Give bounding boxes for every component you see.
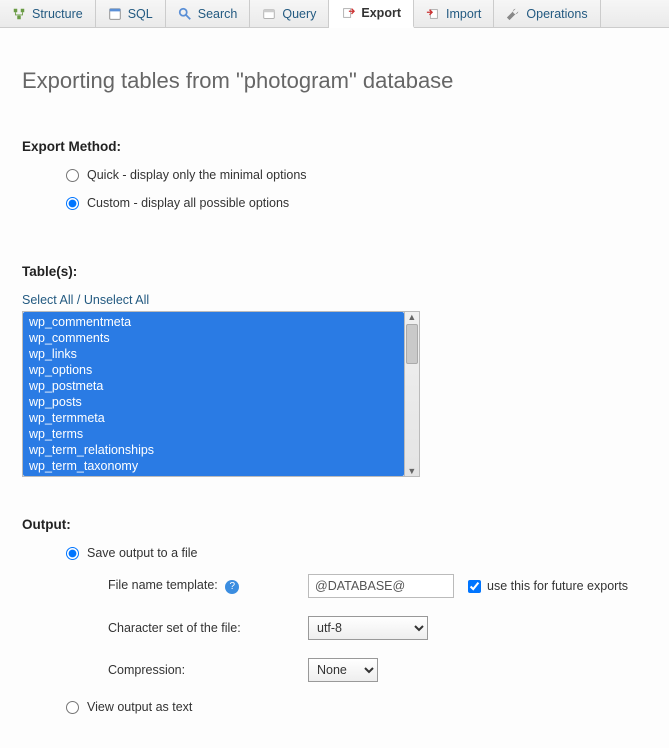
compression-select[interactable]: None [308, 658, 378, 682]
help-icon[interactable]: ? [225, 580, 239, 594]
tab-export[interactable]: Export [329, 0, 414, 28]
scroll-up-icon[interactable]: ▲ [407, 312, 416, 322]
tab-query[interactable]: Query [250, 0, 329, 27]
import-icon [426, 7, 440, 21]
export-method-heading: Export Method: [22, 139, 647, 154]
charset-select[interactable]: utf-8 [308, 616, 428, 640]
tab-label: SQL [128, 7, 153, 21]
radio-label: Custom - display all possible options [87, 196, 289, 210]
export-method-custom[interactable]: Custom - display all possible options [66, 196, 647, 210]
table-option[interactable]: wp_termmeta [23, 410, 404, 426]
table-option[interactable]: wp_commentmeta [23, 314, 404, 330]
export-method-quick-radio[interactable] [66, 169, 79, 182]
page-title: Exporting tables from "photogram" databa… [22, 68, 647, 94]
radio-label: Save output to a file [87, 546, 198, 560]
table-option[interactable]: wp_terms [23, 426, 404, 442]
tab-operations[interactable]: Operations [494, 0, 600, 27]
output-heading: Output: [22, 517, 647, 532]
radio-label: Quick - display only the minimal options [87, 168, 307, 182]
tab-sql[interactable]: SQL [96, 0, 166, 27]
table-option[interactable]: wp_term_relationships [23, 442, 404, 458]
tables-heading: Table(s): [22, 264, 647, 279]
search-icon [178, 7, 192, 21]
filename-template-input[interactable] [308, 574, 454, 598]
query-icon [262, 7, 276, 21]
tab-structure[interactable]: Structure [0, 0, 96, 27]
radio-label: View output as text [87, 700, 192, 714]
charset-label: Character set of the file: [108, 621, 308, 635]
output-save-file-radio[interactable] [66, 547, 79, 560]
sql-icon [108, 7, 122, 21]
scroll-thumb[interactable] [406, 324, 418, 364]
export-method-quick[interactable]: Quick - display only the minimal options [66, 168, 647, 182]
tab-label: Structure [32, 7, 83, 21]
tab-label: Export [361, 6, 401, 20]
tab-label: Search [198, 7, 238, 21]
tab-search[interactable]: Search [166, 0, 251, 27]
scrollbar[interactable]: ▲ ▼ [404, 312, 419, 476]
main-tabs: Structure SQL Search Query Export Import… [0, 0, 669, 28]
table-option[interactable]: wp_postmeta [23, 378, 404, 394]
table-option[interactable]: wp_posts [23, 394, 404, 410]
future-exports-checkbox[interactable] [468, 580, 481, 593]
future-exports-label: use this for future exports [487, 579, 628, 593]
tab-label: Operations [526, 7, 587, 21]
unselect-all-link[interactable]: Unselect All [84, 293, 149, 307]
tab-import[interactable]: Import [414, 0, 494, 27]
tab-label: Import [446, 7, 481, 21]
output-view-text-radio[interactable] [66, 701, 79, 714]
wrench-icon [506, 7, 520, 21]
separator: / [77, 293, 84, 307]
table-option[interactable]: wp_options [23, 362, 404, 378]
structure-icon [12, 7, 26, 21]
export-method-custom-radio[interactable] [66, 197, 79, 210]
table-option[interactable]: wp_comments [23, 330, 404, 346]
tables-multiselect[interactable]: wp_commentmetawp_commentswp_linkswp_opti… [23, 312, 404, 476]
tab-label: Query [282, 7, 316, 21]
scroll-down-icon[interactable]: ▼ [407, 466, 416, 476]
select-all-link[interactable]: Select All [22, 293, 73, 307]
filename-template-label: File name template: [108, 578, 218, 592]
table-option[interactable]: wp_term_taxonomy [23, 458, 404, 474]
compression-label: Compression: [108, 663, 308, 677]
table-option[interactable]: wp_links [23, 346, 404, 362]
output-view-text[interactable]: View output as text [66, 700, 647, 714]
output-save-file[interactable]: Save output to a file [66, 546, 647, 560]
export-icon [341, 6, 355, 20]
